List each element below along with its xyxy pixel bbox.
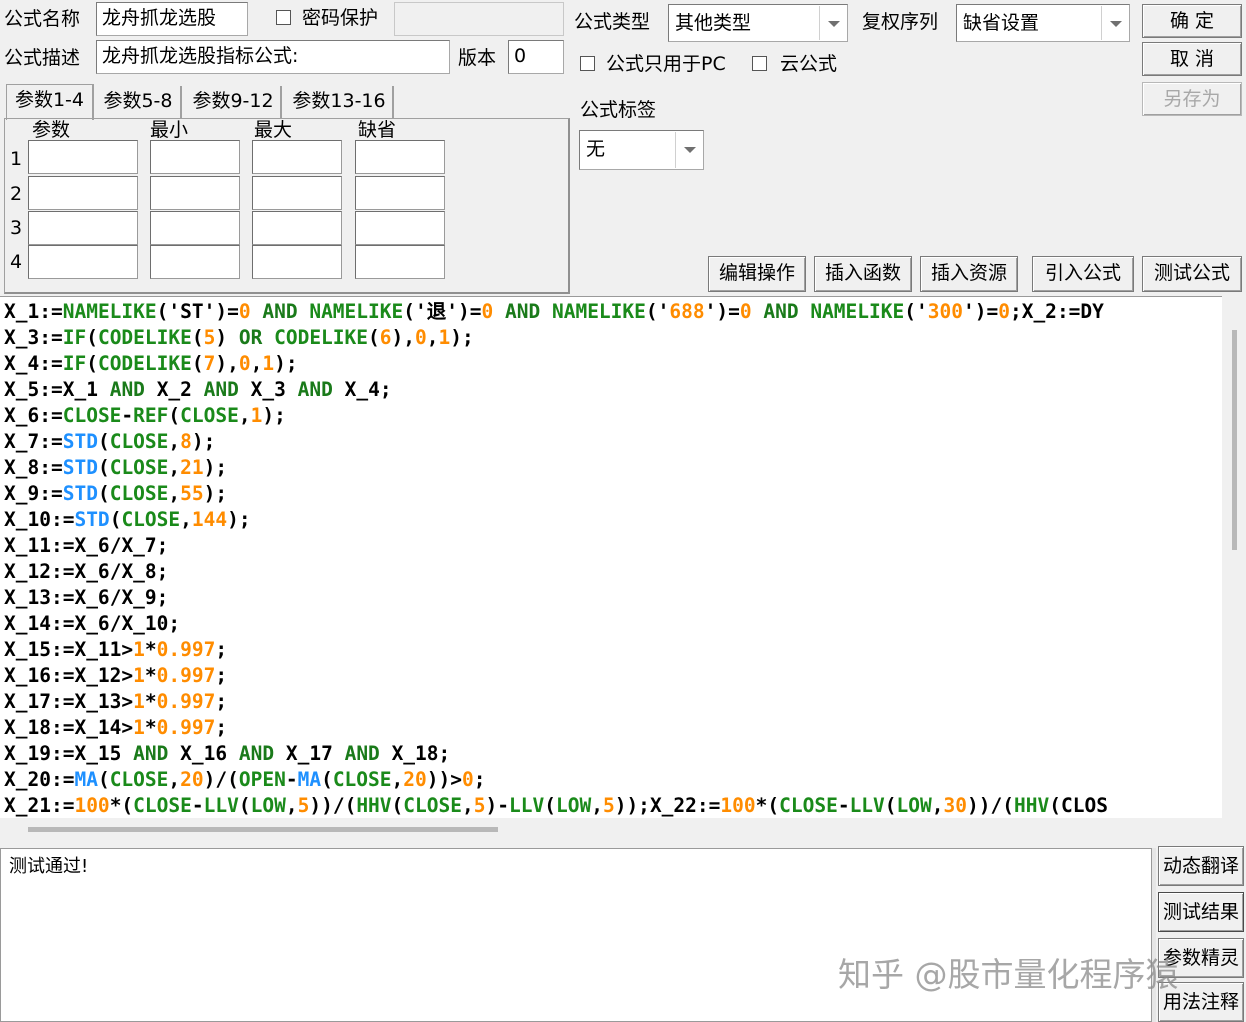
code-line: X_6:=CLOSE-REF(CLOSE,1); xyxy=(4,404,286,427)
param-default-input[interactable] xyxy=(355,211,445,245)
code-line: X_12:=X_6/X_8; xyxy=(4,560,169,583)
code-line: X_11:=X_6/X_7; xyxy=(4,534,169,557)
code-editor[interactable]: X_1:=NAMELIKE('ST')=0 AND NAMELIKE('退')=… xyxy=(0,296,1222,819)
code-line: X_18:=X_14>1*0.997; xyxy=(4,716,228,739)
formula-type-label: 公式类型 xyxy=(574,11,651,33)
horizontal-scroll-thumb[interactable] xyxy=(28,827,498,832)
param-max-input[interactable] xyxy=(252,245,342,279)
code-line: X_14:=X_6/X_10; xyxy=(4,612,181,635)
save-as-button[interactable]: 另存为 xyxy=(1142,82,1242,116)
version-label: 版本 xyxy=(458,47,497,69)
password-input[interactable] xyxy=(394,2,564,36)
dynamic-translate-button[interactable]: 动态翻译 xyxy=(1158,846,1244,886)
param-min-input[interactable] xyxy=(150,176,240,210)
horizontal-scrollbar[interactable] xyxy=(0,818,1222,840)
code-line: X_7:=STD(CLOSE,8); xyxy=(4,430,216,453)
code-line: X_15:=X_11>1*0.997; xyxy=(4,638,228,661)
code-line: X_17:=X_13>1*0.997; xyxy=(4,690,228,713)
version-input[interactable]: 0 xyxy=(508,40,564,74)
rights-series-label: 复权序列 xyxy=(862,11,939,33)
watermark: 知乎 @股市量化程序猿 xyxy=(838,955,1179,994)
formula-type-select[interactable]: 其他类型 xyxy=(668,4,848,42)
edit-operations-button[interactable]: 编辑操作 xyxy=(708,256,806,292)
code-line: X_16:=X_12>1*0.997; xyxy=(4,664,228,687)
chevron-down-icon[interactable] xyxy=(819,6,846,40)
param-max-input[interactable] xyxy=(252,176,342,210)
tab-params-13-16[interactable]: 参数13-16 xyxy=(286,86,394,118)
formula-type-value: 其他类型 xyxy=(675,12,752,34)
code-line: X_19:=X_15 AND X_16 AND X_17 AND X_18; xyxy=(4,742,451,765)
formula-tag-label: 公式标签 xyxy=(580,99,657,121)
code-line: X_1:=NAMELIKE('ST')=0 AND NAMELIKE('退')=… xyxy=(4,300,1104,323)
rights-series-value: 缺省设置 xyxy=(963,12,1040,34)
param-max-input[interactable] xyxy=(252,140,342,174)
test-result-button[interactable]: 测试结果 xyxy=(1158,892,1244,932)
param-header-max: 最大 xyxy=(254,119,293,141)
insert-resource-button[interactable]: 插入资源 xyxy=(920,256,1018,292)
param-name-input[interactable] xyxy=(28,140,138,174)
pc-only-checkbox[interactable] xyxy=(580,56,595,71)
formula-name-label: 公式名称 xyxy=(4,8,81,30)
chevron-down-icon[interactable] xyxy=(675,132,702,168)
code-line: X_8:=STD(CLOSE,21); xyxy=(4,456,228,479)
param-name-input[interactable] xyxy=(28,245,138,279)
param-max-input[interactable] xyxy=(252,211,342,245)
code-line: X_20:=MA(CLOSE,20)/(OPEN-MA(CLOSE,20))>0… xyxy=(4,768,486,791)
param-min-input[interactable] xyxy=(150,140,240,174)
tab-params-9-12[interactable]: 参数9-12 xyxy=(186,86,282,118)
vertical-scroll-thumb[interactable] xyxy=(1232,330,1237,550)
output-text: 测试通过! xyxy=(9,856,89,877)
param-header-default: 缺省 xyxy=(358,119,397,141)
pc-only-label: 公式只用于PC xyxy=(606,53,726,75)
param-min-input[interactable] xyxy=(150,245,240,279)
code-line: X_5:=X_1 AND X_2 AND X_3 AND X_4; xyxy=(4,378,392,401)
password-label: 密码保护 xyxy=(302,7,379,29)
code-line: X_21:=100*(CLOSE-LLV(LOW,5))/(HHV(CLOSE,… xyxy=(4,794,1108,817)
code-line: X_4:=IF(CODELIKE(7),0,1); xyxy=(4,352,298,375)
param-row-number: 4 xyxy=(10,251,23,273)
param-row-number: 1 xyxy=(10,148,23,170)
param-row-number: 2 xyxy=(10,183,23,205)
code-line: X_10:=STD(CLOSE,144); xyxy=(4,508,251,531)
import-formula-button[interactable]: 引入公式 xyxy=(1032,256,1134,292)
ok-button[interactable]: 确 定 xyxy=(1142,4,1242,38)
cloud-label: 云公式 xyxy=(780,53,838,75)
code-line: X_9:=STD(CLOSE,55); xyxy=(4,482,228,505)
formula-desc-input[interactable]: 龙舟抓龙选股指标公式: xyxy=(96,40,450,74)
param-header-name: 参数 xyxy=(32,119,71,141)
vertical-scrollbar[interactable] xyxy=(1222,296,1246,818)
param-min-input[interactable] xyxy=(150,211,240,245)
insert-function-button[interactable]: 插入函数 xyxy=(814,256,912,292)
param-default-input[interactable] xyxy=(355,245,445,279)
formula-name-input[interactable]: 龙舟抓龙选股 xyxy=(96,2,248,36)
tab-params-1-4[interactable]: 参数1-4 xyxy=(6,84,94,120)
param-header-min: 最小 xyxy=(150,119,189,141)
cancel-button[interactable]: 取 消 xyxy=(1142,42,1242,76)
formula-tag-value: 无 xyxy=(586,138,606,160)
formula-desc-label: 公式描述 xyxy=(4,47,81,69)
param-name-input[interactable] xyxy=(28,176,138,210)
formula-tag-select[interactable]: 无 xyxy=(579,130,704,170)
cloud-checkbox[interactable] xyxy=(752,56,767,71)
param-default-input[interactable] xyxy=(355,140,445,174)
rights-series-select[interactable]: 缺省设置 xyxy=(956,4,1130,42)
param-name-input[interactable] xyxy=(28,211,138,245)
param-row-number: 3 xyxy=(10,217,23,239)
code-line: X_3:=IF(CODELIKE(5) OR CODELIKE(6),0,1); xyxy=(4,326,474,349)
password-checkbox[interactable] xyxy=(276,10,291,25)
test-formula-button[interactable]: 测试公式 xyxy=(1142,256,1242,292)
param-default-input[interactable] xyxy=(355,176,445,210)
code-line: X_13:=X_6/X_9; xyxy=(4,586,169,609)
tab-params-5-8[interactable]: 参数5-8 xyxy=(96,86,182,118)
chevron-down-icon[interactable] xyxy=(1101,6,1128,40)
